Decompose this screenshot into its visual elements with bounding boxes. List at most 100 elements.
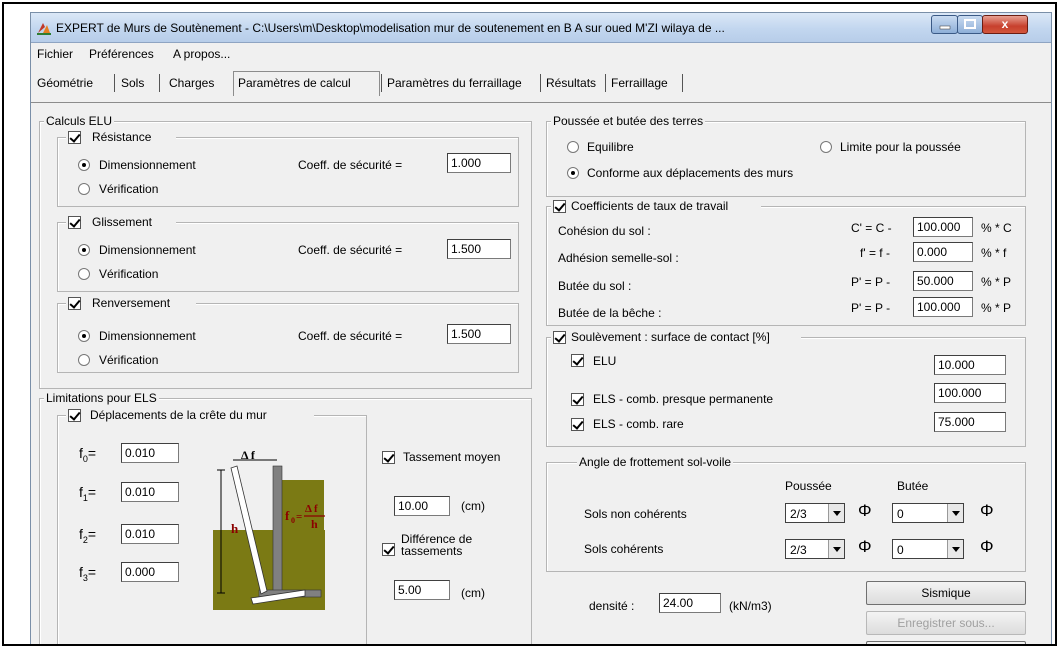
sols-coherents-label: Sols cohérents [584,542,664,556]
f0-input[interactable]: 0.010 [121,443,179,463]
glissement-coef-label: Coeff. de sécurité = [298,243,403,257]
glissement-dimensionnement-radio[interactable] [78,244,90,256]
equilibre-label: Equilibre [587,140,634,154]
wall-stem [272,465,283,595]
crest-displacement-checkbox[interactable] [68,409,81,422]
conforme-deplacements-label: Conforme aux déplacements des murs [587,166,794,180]
difference-tassements-input[interactable]: 5.00 [394,580,450,600]
resistance-checkbox[interactable] [68,131,81,144]
limite-poussee-radio[interactable] [820,141,832,153]
f3-label: f3= [79,564,97,583]
resistance-verification-radio[interactable] [78,183,90,195]
non-coherents-poussee-select[interactable]: 2/3 [785,503,845,523]
resistance-coef-input[interactable]: 1.000 [447,153,511,173]
renversement-verification-radio[interactable] [78,354,90,366]
soulevement-els-rare-checkbox[interactable] [571,418,584,431]
cohesion-input[interactable]: 100.000 [913,217,973,237]
densite-unit: (kN/m3) [729,599,772,613]
minimize-button[interactable] [931,15,958,34]
conforme-deplacements-radio[interactable] [567,167,579,179]
window-title: EXPERT de Murs de Soutènement - C:\Users… [56,21,725,35]
adhesion-unit: % * f [981,246,1007,260]
f1-input[interactable]: 0.010 [121,482,179,502]
enregistrer-sous-button[interactable]: Enregistrer sous... [866,611,1026,635]
sismique-button[interactable]: Sismique [866,581,1026,605]
tab-ferraillage[interactable]: Ferraillage [611,76,668,90]
tassement-moyen-unit: (cm) [461,499,485,513]
soulevement-group: Soulèvement : surface de contact [%] ELU… [546,330,1026,447]
f3-input[interactable]: 0.000 [121,562,179,582]
non-coherents-butee-value: 0 [897,507,904,521]
sols-non-coherents-label: Sols non cohérents [584,507,687,521]
phi-symbol: Φ [858,537,872,556]
tab-resultats[interactable]: Résultats [546,76,596,90]
renversement-label: Renversement [92,296,171,310]
coherents-butee-select[interactable]: 0 [892,539,964,559]
title-bar: EXPERT de Murs de Soutènement - C:\Users… [31,13,1051,43]
menu-preferences[interactable]: Préférences [89,47,154,61]
partially-visible-button[interactable] [866,641,1026,644]
glissement-coef-input[interactable]: 1.500 [447,239,511,259]
glissement-checkbox[interactable] [68,216,81,229]
soulevement-legend: Soulèvement : surface de contact [%] [551,330,801,346]
app-window: EXPERT de Murs de Soutènement - C:\Users… [30,12,1052,644]
tassement-moyen-checkbox[interactable] [382,451,395,464]
f0-formula-lhs: f [285,508,290,523]
renversement-coef-input[interactable]: 1.500 [447,324,511,344]
close-button[interactable]: x [982,15,1028,34]
densite-input[interactable]: 24.00 [659,593,721,613]
h-label: h [231,521,239,536]
butee-sol-input[interactable]: 50.000 [913,271,973,291]
maximize-icon [964,19,976,29]
renversement-dimensionnement-radio[interactable] [78,330,90,342]
adhesion-label: Adhésion semelle-sol : [558,251,679,265]
non-coherents-butee-select[interactable]: 0 [892,503,964,523]
soulevement-elu-label: ELU [593,354,617,368]
f0-formula-denominator: h [311,517,318,531]
cohesion-formula: C' = C - [851,221,892,235]
app-logo-icon [37,23,51,35]
soulevement-checkbox[interactable] [553,331,566,344]
glissement-verification-label: Vérification [99,267,159,281]
tab-separator [159,74,160,92]
coherents-poussee-select[interactable]: 2/3 [785,539,845,559]
soulevement-els-rare-input[interactable]: 75.000 [934,412,1006,432]
butee-beche-input[interactable]: 100.000 [913,297,973,317]
menu-a-propos[interactable]: A propos... [173,47,230,61]
renversement-checkbox[interactable] [68,297,81,310]
maximize-button[interactable] [957,15,983,34]
difference-tassements-label-2: tassements [401,544,463,558]
difference-tassements-checkbox[interactable] [382,543,395,556]
adhesion-input[interactable]: 0.000 [913,242,973,262]
tassement-moyen-input[interactable]: 10.00 [394,496,450,516]
f0-formula-eq: = [296,511,302,523]
tab-parametres-calcul[interactable]: Paramètres de calcul [238,76,351,90]
chevron-down-icon [947,540,963,558]
glissement-dimensionnement-label: Dimensionnement [99,243,196,257]
soulevement-elu-input[interactable]: 10.000 [934,355,1006,375]
soulevement-elu-checkbox[interactable] [571,354,584,367]
glissement-verification-radio[interactable] [78,268,90,280]
tab-separator [605,74,606,92]
coherents-poussee-value: 2/3 [790,543,807,557]
tab-charges[interactable]: Charges [169,76,214,90]
coef-taux-checkbox[interactable] [553,200,566,213]
cohesion-unit: % * C [981,221,1012,235]
tab-parametres-ferraillage[interactable]: Paramètres du ferraillage [387,76,522,90]
resistance-dimensionnement-radio[interactable] [78,159,90,171]
soulevement-els-permanente-input[interactable]: 100.000 [934,383,1006,403]
tab-separator [114,74,115,92]
tab-geometrie[interactable]: Géométrie [37,76,93,90]
soulevement-els-permanente-checkbox[interactable] [571,393,584,406]
tab-strip: Géométrie Sols Charges Paramètres de cal… [31,66,1051,102]
non-coherents-poussee-value: 2/3 [790,507,807,521]
butee-sol-unit: % * P [981,275,1012,289]
menu-fichier[interactable]: Fichier [37,47,73,61]
butee-beche-formula: P' = P - [851,301,891,315]
equilibre-radio[interactable] [567,141,579,153]
tab-sols[interactable]: Sols [121,76,144,90]
f2-input[interactable]: 0.010 [121,524,179,544]
tab-baseline [31,102,1051,103]
close-icon: x [1001,17,1009,31]
resistance-coef-label: Coeff. de sécurité = [298,158,403,172]
